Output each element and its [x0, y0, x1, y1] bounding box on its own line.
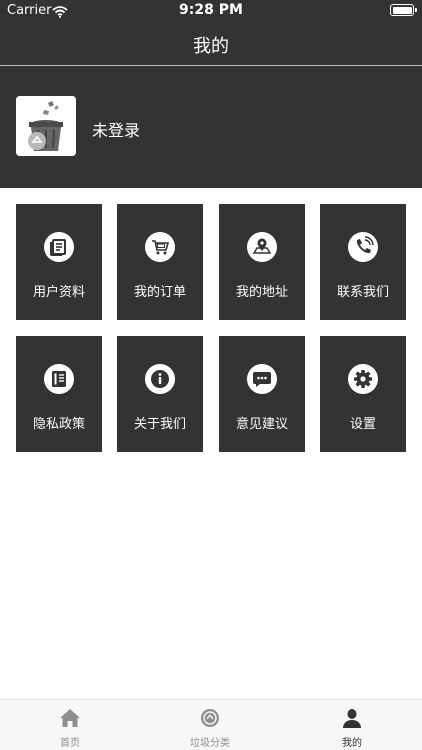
clipboard-icon — [44, 364, 74, 394]
tab-mine[interactable]: 我的 — [282, 700, 422, 750]
user-icon — [343, 709, 361, 728]
phone-icon — [348, 232, 378, 262]
info-icon — [145, 364, 175, 394]
menu-item-privacy-policy[interactable]: 隐私政策 — [16, 336, 102, 452]
menu-item-feedback[interactable]: 意见建议 — [219, 336, 305, 452]
trash-can-avatar-icon — [16, 96, 76, 156]
page-title: 我的 — [193, 36, 229, 57]
menu-item-label: 我的订单 — [133, 285, 186, 300]
battery-icon — [390, 4, 417, 16]
tab-label: 我的 — [342, 738, 362, 749]
cart-icon — [145, 232, 175, 262]
menu-item-user-profile[interactable]: 用户资料 — [16, 204, 102, 320]
gear-icon — [348, 364, 378, 394]
menu-item-settings[interactable]: 设置 — [320, 336, 406, 452]
tab-label: 垃圾分类 — [190, 738, 230, 749]
menu-item-label: 关于我们 — [133, 417, 186, 432]
menu-item-about-us[interactable]: 关于我们 — [117, 336, 203, 452]
menu-item-label: 联系我们 — [336, 285, 389, 300]
home-icon — [60, 709, 80, 727]
menu-item-my-address[interactable]: 我的地址 — [219, 204, 305, 320]
menu-item-contact-us[interactable]: 联系我们 — [320, 204, 406, 320]
tab-home[interactable]: 首页 — [0, 700, 140, 750]
tab-label: 首页 — [60, 738, 80, 749]
menu-item-my-orders[interactable]: 我的订单 — [117, 204, 203, 320]
navigation-bar: 我的 — [0, 22, 422, 65]
menu-item-label: 用户资料 — [32, 285, 85, 300]
status-bar: Carrier 9:28 PM — [0, 0, 422, 22]
profile-doc-icon — [44, 232, 74, 262]
map-pin-icon — [247, 232, 277, 262]
menu-item-label: 我的地址 — [235, 285, 288, 300]
tab-garbage-sorting[interactable]: 垃圾分类 — [140, 700, 280, 750]
avatar[interactable] — [16, 96, 76, 156]
clock-time: 9:28 PM — [179, 2, 243, 18]
menu-item-label: 设置 — [349, 417, 376, 432]
chat-bubble-icon — [247, 364, 277, 394]
menu-item-label: 隐私政策 — [32, 417, 85, 432]
login-status-label[interactable]: 未登录 — [92, 117, 140, 141]
menu-item-label: 意见建议 — [235, 417, 288, 432]
recycle-icon — [201, 709, 219, 727]
profile-header[interactable]: 未登录 — [0, 66, 422, 188]
tab-bar: 首页 垃圾分类 我的 — [0, 699, 422, 750]
